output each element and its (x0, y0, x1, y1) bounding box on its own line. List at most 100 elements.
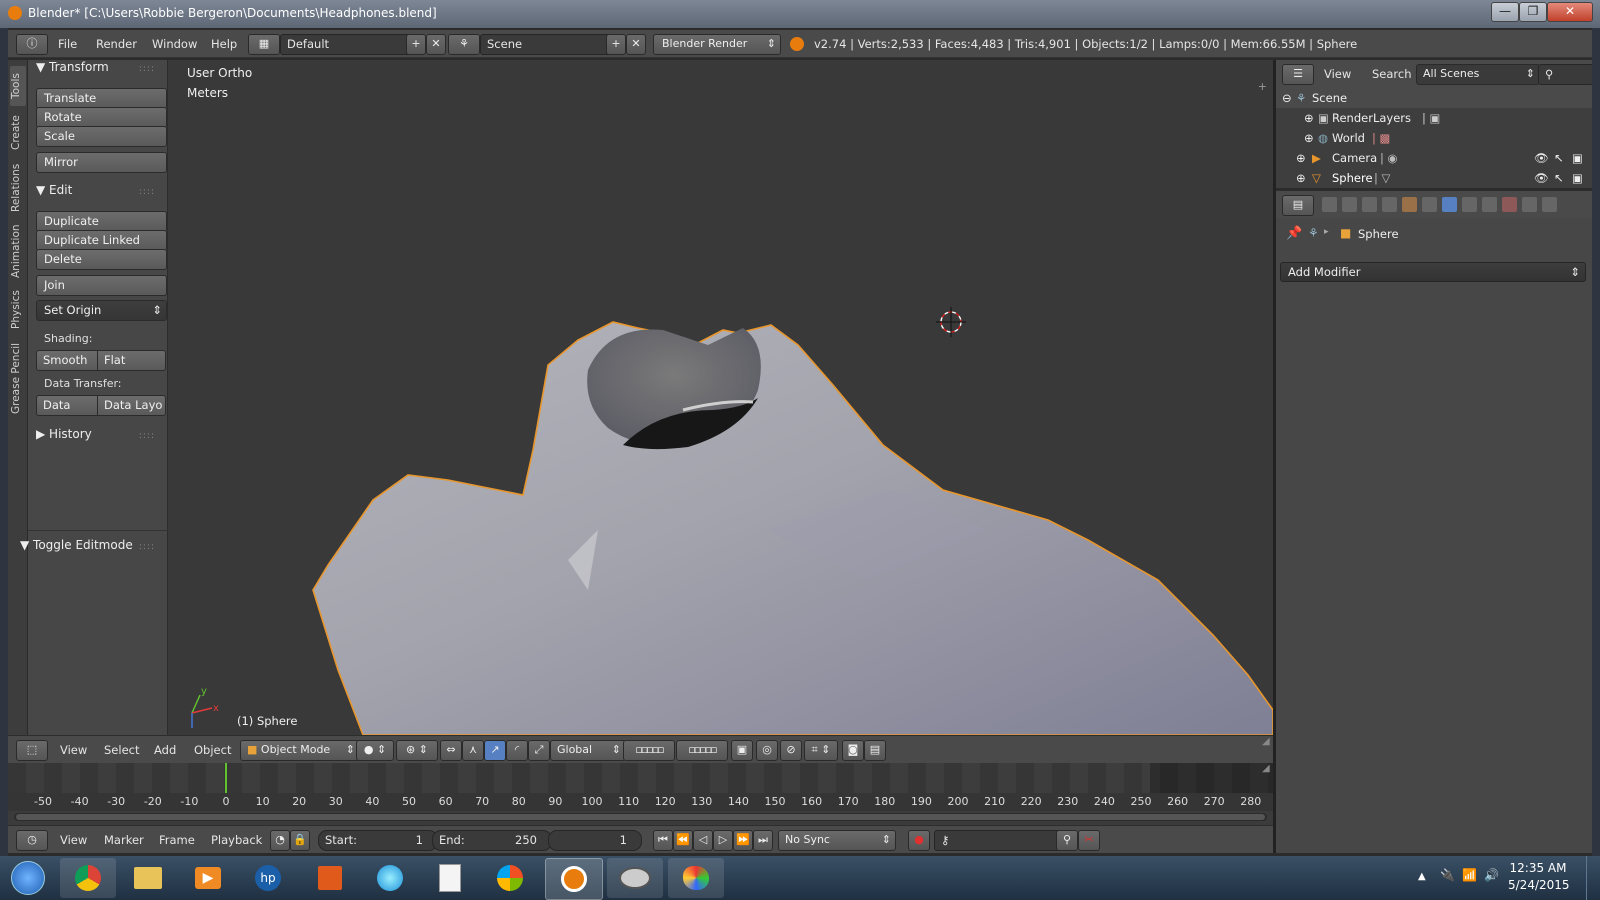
world-tab-icon[interactable] (1382, 197, 1397, 212)
menu-file[interactable]: File (58, 37, 77, 51)
maximize-button[interactable]: ❐ (1519, 2, 1547, 22)
outliner-item-scene[interactable]: ⊖ ⚘ Scene (1276, 88, 1592, 108)
duplicate-linked-button[interactable]: Duplicate Linked (36, 230, 167, 251)
expand-icon[interactable]: ⊕ (1304, 108, 1314, 128)
duplicate-button[interactable]: Duplicate (36, 211, 167, 232)
volume-icon[interactable]: 🔊 (1484, 868, 1499, 882)
current-frame-indicator[interactable] (225, 763, 227, 793)
drag-handle-icon[interactable]: :::: (139, 431, 155, 441)
paint-taskbar-icon[interactable] (668, 858, 724, 898)
render-engine-dropdown[interactable]: Blender Render ⇕ (653, 34, 781, 55)
editor-type-properties-button[interactable]: ▤ (1282, 195, 1314, 216)
renderable-camera-icon[interactable]: ▣ (1572, 148, 1583, 168)
start-button[interactable] (2, 858, 54, 898)
history-panel-header[interactable]: ▶ History (36, 427, 92, 441)
menu-outliner-search[interactable]: Search (1372, 67, 1412, 81)
outliner-item-world[interactable]: ⊕ ◍ World | ▩ (1276, 128, 1592, 148)
expand-icon[interactable]: ⊕ (1296, 148, 1306, 168)
add-scene-button[interactable]: + (606, 34, 626, 55)
mesh-data-tab-icon[interactable] (1462, 197, 1477, 212)
constraints-tab-icon[interactable] (1422, 197, 1437, 212)
menu-help[interactable]: Help (211, 37, 237, 51)
menu-object[interactable]: Object (194, 743, 231, 757)
editor-type-3d-view-button[interactable]: ⬚ (16, 740, 48, 761)
tab-tools[interactable]: Tools (10, 66, 26, 106)
jump-start-icon[interactable]: ⏮ (653, 830, 673, 851)
area-split-icon[interactable]: ◢ (1262, 763, 1270, 774)
browser-taskbar-icon[interactable] (362, 858, 418, 898)
scene-icon[interactable]: ⚘ (448, 34, 480, 55)
show-hidden-icons-icon[interactable]: ▲ (1418, 871, 1426, 882)
document-taskbar-icon[interactable] (422, 858, 478, 898)
data-layout-transfer-button[interactable]: Data Layo (97, 395, 166, 416)
office-taskbar-icon[interactable] (302, 858, 358, 898)
tab-create[interactable]: Create (10, 110, 26, 156)
editor-type-info-button[interactable]: ⓘ (16, 34, 48, 55)
blender-taskbar-icon[interactable] (545, 858, 603, 900)
editor-type-timeline-button[interactable]: ◷ (16, 830, 48, 851)
scale-manipulator-icon[interactable]: ⤢ (528, 740, 550, 761)
selectable-arrow-icon[interactable]: ↖ (1554, 148, 1564, 168)
drag-handle-icon[interactable]: :::: (139, 542, 155, 552)
screen-layout-field[interactable]: Default (280, 34, 412, 55)
outliner-display-mode-dropdown[interactable]: All Scenes ⇕ (1416, 64, 1540, 85)
material-tab-icon[interactable] (1482, 197, 1497, 212)
prev-keyframe-icon[interactable]: ⏪ (673, 830, 693, 851)
clock-date[interactable]: 5/24/2015 (1508, 878, 1570, 892)
menu-outliner-view[interactable]: View (1324, 67, 1351, 81)
expand-icon[interactable]: ⊕ (1296, 168, 1306, 188)
next-keyframe-icon[interactable]: ⏩ (733, 830, 753, 851)
delete-button[interactable]: Delete (36, 249, 167, 270)
end-frame-field[interactable]: End: 250 (432, 830, 552, 851)
renderable-camera-icon[interactable]: ▣ (1572, 168, 1583, 188)
current-frame-field[interactable]: 1 (548, 830, 642, 851)
menu-render[interactable]: Render (96, 37, 137, 51)
windows-logo-taskbar-icon[interactable] (482, 858, 538, 898)
manipulator-toggle-icon[interactable]: ⇔ (440, 740, 462, 761)
render-opengl-animation-icon[interactable]: ▤ (864, 740, 886, 761)
scene-tab-icon[interactable] (1362, 197, 1377, 212)
toggle-editmode-panel-header[interactable]: ▼ Toggle Editmode (20, 538, 133, 552)
data-transfer-button[interactable]: Data (36, 395, 105, 416)
play-icon[interactable]: ▷ (713, 830, 733, 851)
transform-panel-header[interactable]: ▼ Transform (36, 60, 109, 74)
delete-keyframe-icon[interactable]: ✂ (1078, 830, 1100, 851)
tab-grease-pencil[interactable]: Grease Pencil (10, 338, 26, 418)
scale-button[interactable]: Scale (36, 126, 167, 147)
power-icon[interactable]: 🔌 (1440, 868, 1455, 882)
scene-field[interactable]: Scene (480, 34, 612, 55)
timeline-scrollbar-thumb[interactable] (16, 814, 1265, 820)
tab-relations[interactable]: Relations (10, 160, 26, 216)
expand-icon[interactable]: ⊕ (1304, 128, 1314, 148)
rotate-button[interactable]: Rotate (36, 107, 167, 128)
interaction-mode-dropdown[interactable]: ■ Object Mode ⇕ (240, 740, 360, 761)
sync-mode-dropdown[interactable]: No Sync ⇕ (778, 830, 896, 851)
menu-view[interactable]: View (60, 743, 87, 757)
mirror-button[interactable]: Mirror (36, 152, 167, 173)
render-opengl-image-icon[interactable]: ◙ (842, 740, 864, 761)
timeline-scrollbar[interactable] (14, 813, 1267, 821)
menu-select[interactable]: Select (104, 743, 139, 757)
transform-manipulator-icon[interactable]: ⋏ (462, 740, 484, 761)
transform-orientation-dropdown[interactable]: Global ⇕ (550, 740, 626, 761)
viewport-shading-dropdown[interactable]: ● ⇕ (356, 740, 394, 761)
close-button[interactable]: ✕ (1547, 2, 1593, 22)
particles-tab-icon[interactable] (1522, 197, 1537, 212)
eye-app-taskbar-icon[interactable] (607, 858, 663, 898)
screen-layout-icon[interactable]: ▦ (248, 34, 280, 55)
record-icon[interactable]: ● (908, 830, 930, 851)
area-splitter[interactable] (1273, 60, 1276, 853)
drag-handle-icon[interactable]: :::: (139, 64, 155, 74)
hp-taskbar-icon[interactable]: hp (240, 858, 296, 898)
menu-window[interactable]: Window (152, 37, 197, 51)
pin-icon[interactable]: 📌 (1286, 226, 1302, 241)
area-split-icon[interactable]: ◢ (1262, 736, 1270, 747)
editor-type-outliner-button[interactable]: ☰ (1282, 64, 1314, 85)
timeline-keyframe-area[interactable] (8, 763, 1273, 793)
collapse-icon[interactable]: ⊖ (1282, 88, 1292, 108)
outliner-item-sphere[interactable]: ⊕ ▽ Sphere | ▽ 👁 ↖ ▣ (1276, 168, 1592, 188)
remove-scene-button[interactable]: ✕ (626, 34, 646, 55)
translate-button[interactable]: Translate (36, 88, 167, 109)
texture-tab-icon[interactable] (1502, 197, 1517, 212)
tab-animation[interactable]: Animation (10, 220, 26, 282)
